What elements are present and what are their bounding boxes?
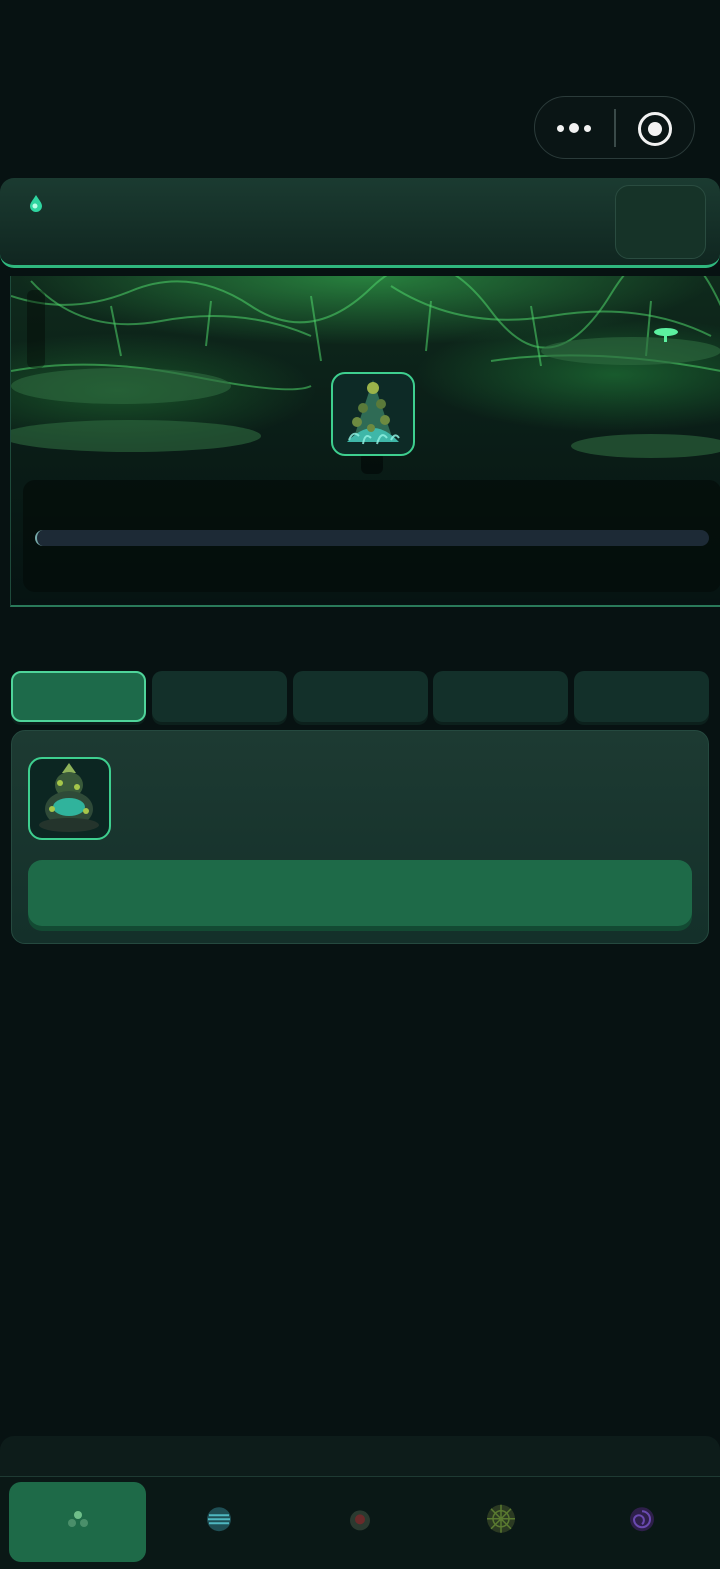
web-ball-icon (486, 1504, 515, 1533)
nav-item-4[interactable] (432, 1482, 569, 1562)
nav-item-2[interactable] (150, 1482, 287, 1562)
capsule-divider (614, 109, 616, 147)
glowing-spore-creature-icon (39, 763, 99, 832)
purple-vortex-icon (629, 1507, 654, 1532)
bottom-info-strip (0, 1436, 720, 1476)
boss-info-panel (23, 480, 720, 592)
green-droplet-icon (30, 195, 42, 212)
boss-portrait[interactable] (331, 372, 415, 456)
fungal-mound-creature-icon (347, 380, 400, 445)
tab-2[interactable] (152, 671, 287, 722)
item-action-button[interactable] (28, 860, 692, 926)
record-target-icon[interactable] (638, 112, 672, 146)
tab-3[interactable] (293, 671, 428, 722)
red-bulb-icon (349, 1510, 370, 1531)
more-dots-icon[interactable] (557, 121, 593, 135)
bottom-nav (0, 1476, 720, 1569)
nav-item-1[interactable] (9, 1482, 146, 1562)
item-card (11, 730, 709, 944)
nav-item-5[interactable] (573, 1482, 710, 1562)
tab-bar (11, 671, 709, 722)
mushroom-cluster-icon (67, 1511, 88, 1527)
item-thumbnail[interactable] (28, 757, 111, 840)
spore-orb-icon (206, 1507, 231, 1532)
boss-hp-bar (35, 530, 709, 546)
tab-1[interactable] (11, 671, 146, 722)
header-action-button[interactable] (615, 185, 706, 259)
mini-program-capsule (534, 96, 695, 159)
tab-5[interactable] (574, 671, 709, 722)
scene-side-handle[interactable] (27, 290, 45, 368)
header-card (0, 178, 720, 268)
tab-4[interactable] (433, 671, 568, 722)
nav-item-3[interactable] (291, 1482, 428, 1562)
battle-scene (10, 276, 720, 607)
